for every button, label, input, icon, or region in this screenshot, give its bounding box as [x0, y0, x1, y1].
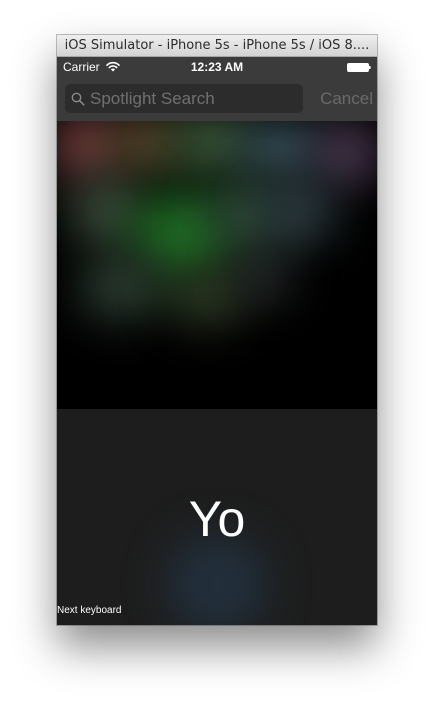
battery-icon: [347, 63, 371, 72]
keyboard-text: Yo: [188, 491, 246, 547]
status-time: 12:23 AM: [190, 60, 244, 74]
status-bar: Carrier 12:23 AM: [57, 57, 377, 77]
cancel-button[interactable]: Cancel: [311, 84, 373, 113]
window-title: iOS Simulator - iPhone 5s - iPhone 5s / …: [57, 35, 377, 57]
search-field[interactable]: [65, 84, 303, 113]
phone-screen: Carrier 12:23 AM Cancel: [57, 57, 377, 625]
next-keyboard-button[interactable]: Next keyboard: [57, 605, 121, 616]
spotlight-search-bar: Cancel: [57, 77, 377, 121]
search-icon: [71, 92, 85, 106]
simulator-window: iOS Simulator - iPhone 5s - iPhone 5s / …: [57, 35, 377, 625]
search-input[interactable]: [90, 84, 296, 113]
custom-keyboard: Yo Next keyboard: [57, 409, 377, 625]
blurred-home-screen: [57, 121, 377, 409]
